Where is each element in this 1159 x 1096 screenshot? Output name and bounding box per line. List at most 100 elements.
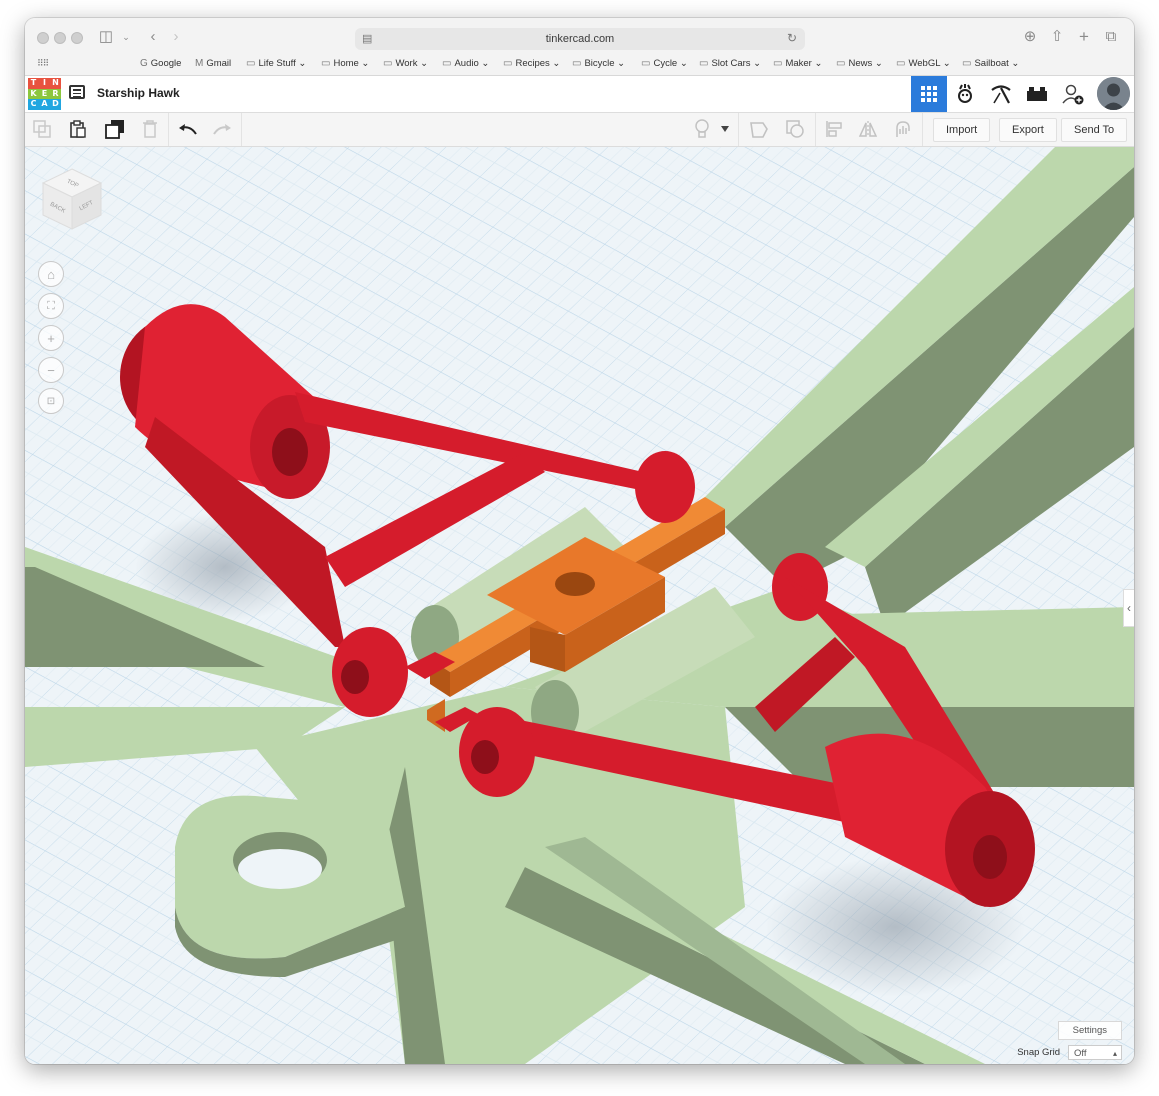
- bookmarks-bar: G Google M Gmail ▭ Life Stuff ⌄ ▭ Home ⌄ ▭ Wo…: [25, 55, 1134, 73]
- logo-letter: E: [39, 88, 50, 100]
- chevron-left-icon: ‹: [1127, 601, 1131, 615]
- folder-icon: ▭: [503, 58, 513, 69]
- caret-down-icon: [721, 126, 729, 132]
- design-title[interactable]: Starship Hawk: [97, 86, 180, 100]
- folder-icon: ▭: [572, 58, 582, 69]
- logo-letter: R: [50, 88, 61, 100]
- view-cube[interactable]: TOP BACK LEFT: [39, 167, 105, 233]
- bookmark-slot-cars[interactable]: ▭ Slot Cars ⌄: [699, 55, 761, 73]
- toolbar-divider: [922, 113, 923, 146]
- mirror-button[interactable]: [856, 118, 880, 140]
- bookmark-work[interactable]: ▭ Work ⌄: [383, 55, 428, 73]
- folder-icon: ▭: [383, 58, 393, 69]
- bookmark-audio[interactable]: ▭ Audio ⌄: [442, 55, 489, 73]
- settings-button[interactable]: Settings: [1057, 1021, 1122, 1040]
- zoom-in-button[interactable]: +: [38, 325, 64, 351]
- bookmark-maker[interactable]: ▭ Maker ⌄: [773, 55, 822, 73]
- fit-icon: ⛶: [47, 299, 55, 312]
- 3d-scene[interactable]: [25, 147, 1134, 1064]
- bookmark-cycle[interactable]: ▭ Cycle ⌄: [641, 55, 688, 73]
- visibility-dropdown[interactable]: [718, 118, 732, 140]
- delete-button[interactable]: [138, 118, 162, 140]
- send-to-button[interactable]: Send To: [1061, 118, 1128, 142]
- folder-icon: ▭: [641, 58, 651, 69]
- back-button[interactable]: ‹: [142, 27, 164, 47]
- logo-letter: C: [28, 99, 39, 110]
- redo-button[interactable]: [210, 118, 234, 140]
- folder-icon: ▭: [321, 58, 331, 69]
- reload-icon[interactable]: ↻: [787, 31, 797, 45]
- show-hide-button[interactable]: [690, 118, 714, 140]
- align-icon: [826, 121, 842, 137]
- invite-user-button[interactable]: [1055, 76, 1091, 112]
- ungroup-icon: [786, 120, 804, 138]
- toolbar-divider: [815, 113, 816, 146]
- toolbar-divider: [241, 113, 242, 146]
- duplicate-icon: [105, 120, 124, 139]
- forward-button[interactable]: ›: [165, 27, 187, 47]
- browser-titlebar: ◫ ⌄ ‹ › ▤ tinkercad.com ↻ ⊕ ⇧ + ⧉ ⠿⠿ G Go…: [25, 18, 1134, 76]
- duplicate-button[interactable]: [103, 118, 127, 140]
- folder-icon: ▭: [442, 58, 452, 69]
- home-view-button[interactable]: ⌂: [38, 261, 64, 287]
- tinkercad-logo[interactable]: T I N K E R C A D: [28, 78, 61, 110]
- app-header: T I N K E R C A D Starship Hawk: [25, 76, 1134, 113]
- new-tab-icon[interactable]: +: [1073, 27, 1095, 47]
- export-button[interactable]: Export: [999, 118, 1057, 142]
- downloads-icon[interactable]: ⊕: [1019, 27, 1041, 47]
- undo-icon: [179, 124, 197, 135]
- zoom-window-button[interactable]: [71, 32, 83, 44]
- share-icon[interactable]: ⇧: [1046, 27, 1068, 47]
- blocks-button[interactable]: [983, 76, 1019, 112]
- bookmark-sailboat[interactable]: ▭ Sailboat ⌄: [962, 55, 1019, 73]
- sidebar-toggle-icon[interactable]: ◫: [95, 27, 117, 47]
- bookmark-home[interactable]: ▭ Home ⌄: [321, 55, 369, 73]
- bricks-button[interactable]: [1019, 76, 1055, 112]
- bookmark-life-stuff[interactable]: ▭ Life Stuff ⌄: [246, 55, 306, 73]
- undo-button[interactable]: [176, 118, 200, 140]
- close-window-button[interactable]: [37, 32, 49, 44]
- gmail-icon: M: [195, 58, 204, 69]
- bookmark-news[interactable]: ▭ News ⌄: [836, 55, 883, 73]
- user-photo-icon: [1097, 77, 1130, 110]
- bookmark-webgl[interactable]: ▭ WebGL ⌄: [896, 55, 951, 73]
- paste-button[interactable]: [66, 118, 90, 140]
- minus-icon: −: [47, 362, 55, 378]
- chevron-down-icon[interactable]: ⌄: [115, 27, 137, 47]
- bookmark-gmail[interactable]: M Gmail: [195, 55, 231, 73]
- import-button[interactable]: Import: [933, 118, 991, 142]
- logo-letter: T: [28, 78, 39, 89]
- bookmark-google[interactable]: G Google: [140, 55, 181, 73]
- align-button[interactable]: [822, 118, 846, 140]
- bookmark-recipes[interactable]: ▭ Recipes ⌄: [503, 55, 560, 73]
- design-list-icon[interactable]: [69, 85, 85, 99]
- avatar[interactable]: [1097, 77, 1130, 110]
- ungroup-button[interactable]: [783, 118, 807, 140]
- bookmark-bicycle[interactable]: ▭ Bicycle ⌄: [572, 55, 625, 73]
- folder-icon: ▭: [896, 58, 906, 69]
- hand-icon: [896, 121, 910, 137]
- panel-collapse-tab[interactable]: ‹: [1123, 589, 1134, 627]
- trash-icon: [143, 120, 157, 138]
- brick-icon: [1027, 87, 1047, 101]
- perspective-icon: ⊡: [46, 395, 56, 407]
- edit-toolbar: Import Export Send To: [25, 113, 1134, 147]
- workplane-canvas[interactable]: TOP BACK LEFT ⌂ ⛶ + − ⊡ ‹ Settings Snap …: [25, 147, 1134, 1064]
- google-icon: G: [140, 58, 148, 69]
- tab-overview-icon[interactable]: ⧉: [1100, 27, 1122, 47]
- plus-icon: +: [47, 330, 55, 346]
- snap-grid-label: Snap Grid: [1017, 1047, 1060, 1058]
- minimize-window-button[interactable]: [54, 32, 66, 44]
- address-bar[interactable]: ▤ tinkercad.com ↻: [355, 28, 805, 50]
- zoom-out-button[interactable]: −: [38, 357, 64, 383]
- sim-lab-button[interactable]: [947, 76, 983, 112]
- cruise-button[interactable]: [891, 118, 915, 140]
- perspective-button[interactable]: ⊡: [38, 388, 64, 414]
- copy-button[interactable]: [30, 118, 54, 140]
- 3d-design-view-button[interactable]: [911, 76, 947, 112]
- add-user-icon: [1062, 84, 1084, 105]
- fit-view-button[interactable]: ⛶: [38, 293, 64, 319]
- snap-grid-select[interactable]: Off: [1068, 1045, 1122, 1061]
- logo-letter: A: [39, 99, 50, 110]
- group-button[interactable]: [747, 118, 771, 140]
